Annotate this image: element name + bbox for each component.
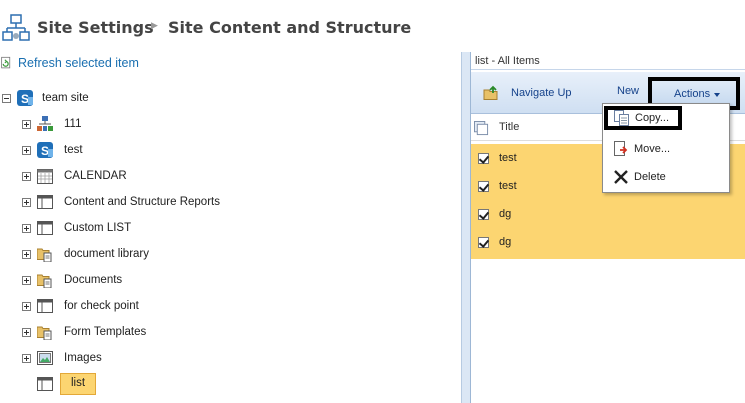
expand-icon[interactable] <box>22 301 31 311</box>
expand-icon[interactable] <box>22 275 31 285</box>
list-icon <box>37 377 53 391</box>
tree-node-label: Content and Structure Reports <box>64 196 220 208</box>
tree-node-label: CALENDAR <box>64 170 127 182</box>
tree-node-for-check-point[interactable]: for check point <box>22 296 139 316</box>
actions-dropdown-menu: Copy... Move... Delete <box>602 103 730 193</box>
navigate-up-icon <box>483 85 498 100</box>
menu-item-label: Move... <box>634 143 671 155</box>
row-checkbox[interactable] <box>478 180 489 192</box>
tree-node-document-library[interactable]: document library <box>22 244 149 264</box>
tree-node-test[interactable]: S test <box>22 140 83 160</box>
expand-icon[interactable] <box>22 197 31 207</box>
site-tree-pane: Refresh selected item S team site 111 S <box>0 52 461 403</box>
picture-library-icon <box>37 351 53 365</box>
row-title[interactable]: dg <box>499 208 511 220</box>
row-title[interactable]: dg <box>499 236 511 248</box>
list-icon <box>37 195 53 209</box>
tree-node-label: test <box>64 144 83 156</box>
list-row[interactable]: dg <box>471 200 745 228</box>
tree-node-custom-list[interactable]: Custom LIST <box>22 218 131 238</box>
row-title[interactable]: test <box>499 152 517 164</box>
expand-icon[interactable] <box>22 353 31 363</box>
tree-node-label: list <box>60 373 97 395</box>
move-icon <box>614 141 628 156</box>
delete-icon <box>614 170 628 184</box>
tree-node-label: 111 <box>64 118 82 130</box>
menu-item-move[interactable]: Move... <box>603 136 729 162</box>
document-library-icon <box>37 274 52 288</box>
expand-icon[interactable] <box>22 119 31 129</box>
refresh-selected-item-link[interactable]: Refresh selected item <box>0 55 139 71</box>
calendar-icon <box>37 169 53 184</box>
title-bar: Site Settings ▶ Site Content and Structu… <box>0 0 745 52</box>
collapse-icon[interactable] <box>2 93 11 103</box>
menu-item-label: Copy... <box>635 112 670 124</box>
svg-text:S: S <box>21 92 29 106</box>
new-button[interactable]: New <box>617 85 639 97</box>
expand-icon[interactable] <box>22 171 31 181</box>
tree-node-content-and-structure-reports[interactable]: Content and Structure Reports <box>22 192 220 212</box>
row-checkbox[interactable] <box>478 236 489 248</box>
column-header-title[interactable]: Title <box>499 121 519 133</box>
tree-node-label: Documents <box>64 274 123 286</box>
breadcrumb-separator-icon: ▶ <box>151 20 158 30</box>
site-settings-icon <box>2 14 30 41</box>
list-icon <box>37 299 53 313</box>
tree-node-team-site[interactable]: S team site <box>2 88 89 108</box>
actions-label: Actions <box>674 88 711 100</box>
tree-node-label: team site <box>42 92 89 104</box>
list-icon <box>37 221 53 235</box>
sharepoint-site-icon: S <box>17 90 33 106</box>
copy-icon <box>614 110 629 126</box>
tree-node-label: document library <box>64 248 150 260</box>
page-title: Site Settings <box>37 18 154 37</box>
pane-splitter[interactable] <box>461 52 471 403</box>
page-subtitle: Site Content and Structure <box>168 18 412 37</box>
sharepoint-site-icon: S <box>37 142 53 158</box>
site-hierarchy-icon <box>37 116 53 131</box>
menu-item-label: Delete <box>634 171 666 183</box>
expand-icon[interactable] <box>22 223 31 233</box>
tree-node-111[interactable]: 111 <box>22 114 81 134</box>
new-label: New <box>617 85 640 97</box>
document-library-icon <box>37 248 52 262</box>
menu-item-copy[interactable]: Copy... <box>604 106 682 130</box>
refresh-icon <box>1 56 11 69</box>
tree-node-label: Images <box>64 352 102 364</box>
menu-item-delete[interactable]: Delete <box>603 164 729 190</box>
tree-node-label: for check point <box>64 300 139 312</box>
row-title[interactable]: test <box>499 180 517 192</box>
select-all-icon[interactable] <box>474 121 489 136</box>
expand-icon[interactable] <box>22 327 31 337</box>
expand-icon[interactable] <box>22 249 31 259</box>
list-row[interactable]: dg <box>471 228 745 256</box>
refresh-label: Refresh selected item <box>18 56 139 70</box>
row-checkbox[interactable] <box>478 208 489 220</box>
tree-node-form-templates[interactable]: Form Templates <box>22 322 146 342</box>
chevron-down-icon <box>714 93 720 97</box>
row-checkbox[interactable] <box>478 152 489 164</box>
tree-node-documents[interactable]: Documents <box>22 270 122 290</box>
tree-node-calendar[interactable]: CALENDAR <box>22 166 127 186</box>
tree-node-images[interactable]: Images <box>22 348 102 368</box>
navigate-up-button[interactable]: Navigate Up <box>483 85 572 101</box>
expand-icon[interactable] <box>22 145 31 155</box>
tree-node-list-selected[interactable]: list <box>22 373 97 395</box>
document-library-icon <box>37 326 52 340</box>
view-title: list - All Items <box>471 52 745 70</box>
tree-node-label: Custom LIST <box>64 222 132 234</box>
svg-text:S: S <box>41 144 49 158</box>
tree-node-label: Form Templates <box>64 326 147 338</box>
navigate-up-label: Navigate Up <box>511 87 572 99</box>
